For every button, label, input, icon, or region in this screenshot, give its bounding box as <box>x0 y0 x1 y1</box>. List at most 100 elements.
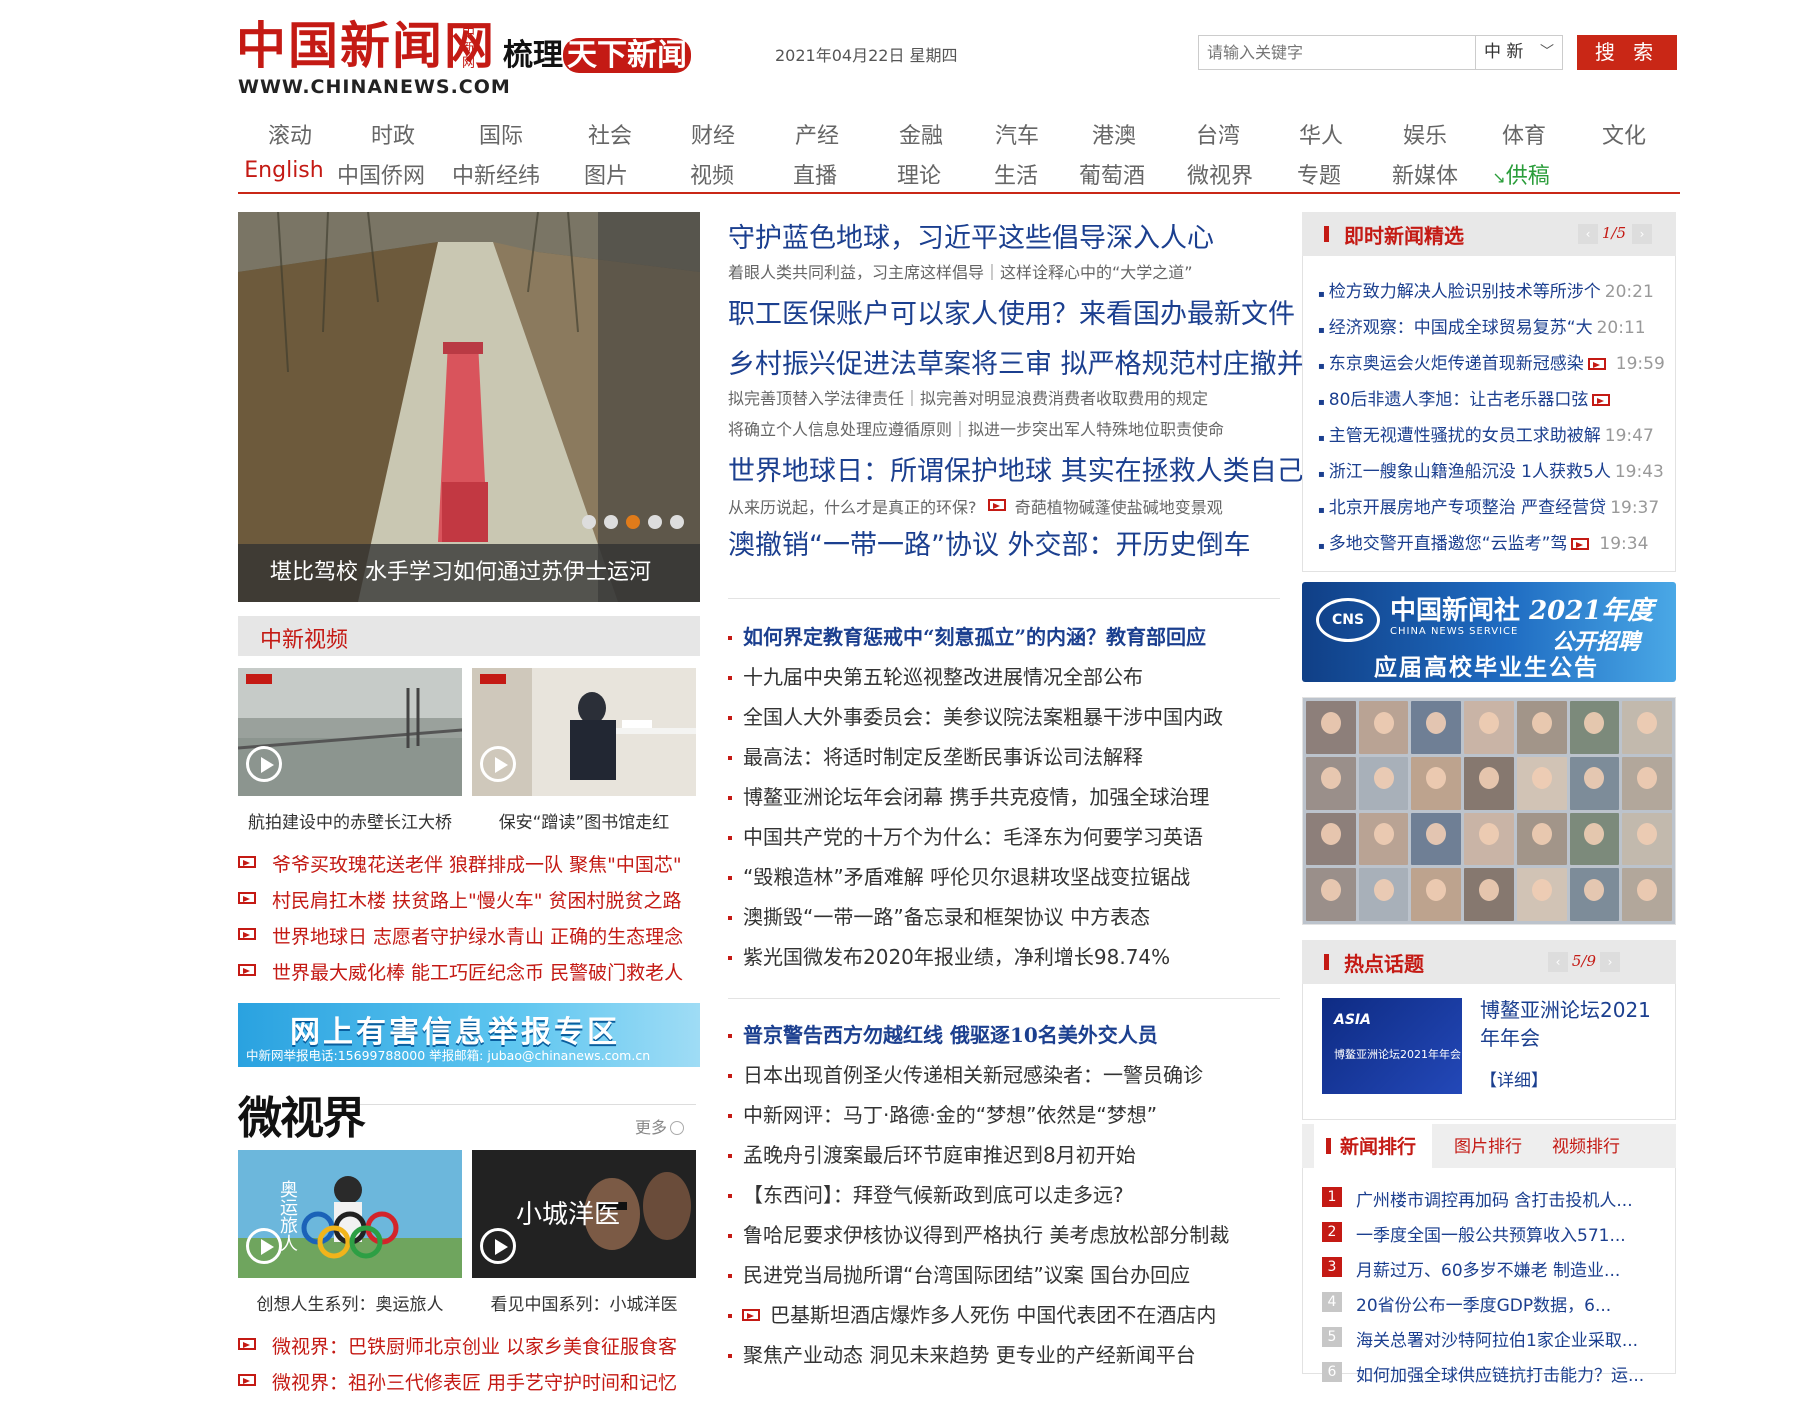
nav-item[interactable]: 葡萄酒 <box>1079 158 1145 190</box>
ranking-text[interactable]: 海关总署对沙特阿拉伯1家企业采取... <box>1356 1331 1638 1351</box>
news-list-text[interactable]: 聚焦产业动态 洞见未来趋势 更专业的产经新闻平台 <box>743 1343 1196 1367</box>
news-list-text[interactable]: 澳撕毁“一带一路”备忘录和框架协议 中方表态 <box>743 905 1150 929</box>
news-list-item[interactable]: 日本出现首例圣火传递相关新冠感染者：一警员确诊 <box>728 1055 1288 1095</box>
list-item[interactable]: 村民肩扛木楼 扶贫路上"慢火车" 贫困村脱贫之路 <box>238 886 708 922</box>
tab-video-ranking[interactable]: 视频排行 <box>1552 1124 1620 1168</box>
news-list-text[interactable]: 全国人大外事委员会：美参议院法案粗暴干涉中国内政 <box>743 705 1223 729</box>
search-scope-select[interactable]: 中 新 ﹀ <box>1475 35 1563 70</box>
nav-item[interactable]: 华人 <box>1299 118 1343 150</box>
news-list-item[interactable]: 【东西问】：拜登气候新政到底可以走多远? <box>728 1175 1288 1215</box>
video-section-title[interactable]: 中新视频 <box>260 622 348 654</box>
hot-topic-image[interactable]: ASIA 博鳌亚洲论坛2021年年会 <box>1322 998 1462 1094</box>
wsj-logo[interactable]: 微视界 <box>238 1082 366 1146</box>
ranking-item[interactable]: 6 如何加强全球供应链抗打击能力？运... <box>1322 1361 1662 1396</box>
news-list-text[interactable]: 孟晚舟引渡案最后环节庭审推迟到8月初开始 <box>743 1143 1136 1167</box>
nav-item[interactable]: 微视界 <box>1187 158 1253 190</box>
prev-page-button[interactable]: ‹ <box>1578 224 1598 244</box>
nav-item[interactable]: 直播 <box>793 158 837 190</box>
search-box[interactable] <box>1198 35 1476 70</box>
news-list-item[interactable]: “毁粮造林”矛盾难解 呼伦贝尔退耕攻坚战变拉锯战 <box>728 857 1288 897</box>
news-list-text[interactable]: 鲁哈尼要求伊核协议得到严格执行 美考虑放松部分制裁 <box>743 1223 1229 1247</box>
video-thumb-caption[interactable]: 保安“蹭读”图书馆走红 <box>472 808 696 833</box>
ranking-item[interactable]: 3 月薪过万、60多岁不嫌老 制造业... <box>1322 1256 1662 1291</box>
news-list-text[interactable]: 最高法：将适时制定反垄断民事诉讼司法解释 <box>743 745 1143 769</box>
ranking-item[interactable]: 4 20省份公布一季度GDP数据，6... <box>1322 1291 1662 1326</box>
ranking-item[interactable]: 2 一季度全国一般公共预算收入571... <box>1322 1221 1662 1256</box>
nav-item[interactable]: 财经 <box>691 118 735 150</box>
hero-caption[interactable]: 堪比驾校 水手学习如何通过苏伊士运河 <box>238 544 700 602</box>
video-thumb-caption[interactable]: 航拍建设中的赤壁长江大桥 <box>238 808 462 833</box>
wsj-thumb-olympic[interactable]: 奥运旅人 <box>238 1150 462 1278</box>
news-list-text[interactable]: 紫光国微发布2020年报业绩，净利增长98.74% <box>743 945 1170 969</box>
carousel-dot[interactable] <box>648 515 662 529</box>
headline-sub[interactable]: 将确立个人信息处理应遵循原则｜拟进一步突出军人特殊地位职责使命 <box>728 419 1288 441</box>
report-banner[interactable]: 网上有害信息举报专区 中新网举报电话:15699788000 举报邮箱: jub… <box>238 1003 700 1067</box>
news-list-text[interactable]: 如何界定教育惩戒中“刻意孤立”的内涵？教育部回应 <box>743 625 1206 649</box>
nav-item[interactable]: 理论 <box>897 158 941 190</box>
news-list-item[interactable]: 孟晚舟引渡案最后环节庭审推迟到8月初开始 <box>728 1135 1288 1175</box>
instant-news-item[interactable]: ▪ 主管无视遭性骚扰的女员工求助被解 19:47 <box>1318 421 1668 457</box>
news-list-item[interactable]: 巴基斯坦酒店爆炸多人死伤 中国代表团不在酒店内 <box>728 1295 1288 1335</box>
carousel-dot[interactable] <box>582 515 596 529</box>
instant-news-text[interactable]: 北京开展房地产专项整治 严查经营贷 <box>1329 498 1606 518</box>
hot-topic-link[interactable]: 博鳌亚洲论坛2021年年会 <box>1480 996 1660 1052</box>
list-item-text[interactable]: 微视界：巴铁厨师北京创业 以家乡美食征服食客 <box>272 1336 677 1358</box>
headline-sub[interactable]: 奇葩植物碱蓬使盐碱地变景观 <box>1015 498 1223 517</box>
instant-news-text[interactable]: 80后非遗人李旭：让古老乐器口弦 <box>1329 390 1589 410</box>
news-list-text[interactable]: 【东西问】：拜登气候新政到底可以走多远? <box>743 1183 1124 1207</box>
instant-news-text[interactable]: 东京奥运会火炬传递首现新冠感染 <box>1329 354 1584 374</box>
headline[interactable]: 乡村振兴促进法草案将三审 拟严格规范村庄撤并 <box>728 348 1304 382</box>
nav-item[interactable]: 国际 <box>479 118 523 150</box>
nav-item[interactable]: 视频 <box>690 158 734 190</box>
news-list-text[interactable]: “毁粮造林”矛盾难解 呼伦贝尔退耕攻坚战变拉锯战 <box>743 865 1190 889</box>
tab-photo-ranking[interactable]: 图片排行 <box>1454 1124 1522 1168</box>
news-list-item[interactable]: 民进党当局抛所谓“台湾国际团结”议案 国台办回应 <box>728 1255 1288 1295</box>
news-list-item[interactable]: 博鳌亚洲论坛年会闭幕 携手共克疫情，加强全球治理 <box>728 777 1288 817</box>
hot-topic-detail-link[interactable]: 【详细】 <box>1480 1066 1548 1091</box>
next-page-button[interactable]: › <box>1632 224 1652 244</box>
news-list-item[interactable]: 最高法：将适时制定反垄断民事诉讼司法解释 <box>728 737 1288 777</box>
list-item[interactable]: 微视界：巴铁厨师北京创业 以家乡美食征服食客 <box>238 1332 708 1368</box>
cns-recruit-banner[interactable]: CNS 中国新闻社 2021年度 CHINA NEWS SERVICE 公开招聘… <box>1302 582 1676 682</box>
nav-item[interactable]: 港澳 <box>1092 118 1136 150</box>
news-list-text[interactable]: 中新网评：马丁·路德·金的“梦想”依然是“梦想” <box>743 1103 1157 1127</box>
ranking-item[interactable]: 5 海关总署对沙特阿拉伯1家企业采取... <box>1322 1326 1662 1361</box>
nav-item[interactable]: 产经 <box>795 118 839 150</box>
news-list-item[interactable]: 澳撕毁“一带一路”备忘录和框架协议 中方表态 <box>728 897 1288 937</box>
headline-sub[interactable]: 从来历说起，什么才是真正的环保? <box>728 498 977 517</box>
ranking-text[interactable]: 20省份公布一季度GDP数据，6... <box>1356 1296 1611 1316</box>
next-page-button[interactable]: › <box>1600 952 1620 972</box>
news-list-item[interactable]: 聚焦产业动态 洞见未来趋势 更专业的产经新闻平台 <box>728 1335 1288 1375</box>
logo-url[interactable]: WWW.CHINANEWS.COM <box>238 76 511 98</box>
list-item-text[interactable]: 世界地球日 志愿者守护绿水青山 正确的生态理念 <box>272 926 683 948</box>
news-list-item[interactable]: 全国人大外事委员会：美参议院法案粗暴干涉中国内政 <box>728 697 1288 737</box>
news-list-text[interactable]: 巴基斯坦酒店爆炸多人死伤 中国代表团不在酒店内 <box>770 1303 1216 1327</box>
list-item[interactable]: 世界地球日 志愿者守护绿水青山 正确的生态理念 <box>238 922 708 958</box>
instant-news-text[interactable]: 浙江一艘象山籍渔船沉没 1人获救5人 <box>1329 462 1611 482</box>
nav-item[interactable]: 时政 <box>371 118 415 150</box>
list-item[interactable]: 爷爷买玫瑰花送老伴 狼群排成一队 聚焦"中国芯" <box>238 850 708 886</box>
news-list-text[interactable]: 民进党当局抛所谓“台湾国际团结”议案 国台办回应 <box>743 1263 1190 1287</box>
ranking-text[interactable]: 广州楼市调控再加码 含打击投机人... <box>1356 1191 1633 1211</box>
headline-sub[interactable]: 着眼人类共同利益，习主席这样倡导｜这样诠释心中的“大学之道” <box>728 262 1288 284</box>
ranking-item[interactable]: 1 广州楼市调控再加码 含打击投机人... <box>1322 1186 1662 1221</box>
list-item-text[interactable]: 世界最大威化棒 能工巧匠纪念币 民警破门救老人 <box>272 962 683 984</box>
list-item-text[interactable]: 村民肩扛木楼 扶贫路上"慢火车" 贫困村脱贫之路 <box>272 890 682 912</box>
wsj-thumb-caption[interactable]: 创想人生系列：奥运旅人 <box>238 1290 462 1315</box>
nav-item[interactable]: 图片 <box>584 158 628 190</box>
news-list-item[interactable]: 鲁哈尼要求伊核协议得到严格执行 美考虑放松部分制裁 <box>728 1215 1288 1255</box>
search-input[interactable] <box>1199 36 1475 69</box>
ranking-text[interactable]: 一季度全国一般公共预算收入571... <box>1356 1226 1626 1246</box>
instant-news-text[interactable]: 经济观察：中国成全球贸易复苏“大 <box>1329 318 1593 338</box>
wsj-thumb-caption[interactable]: 看见中国系列：小城洋医 <box>472 1290 696 1315</box>
video-thumb-guard[interactable] <box>472 668 696 796</box>
list-item[interactable]: 世界最大威化棒 能工巧匠纪念币 民警破门救老人 <box>238 958 708 994</box>
instant-news-text[interactable]: 多地交警开直播邀您“云监考”驾 <box>1329 534 1568 554</box>
nav-item[interactable]: 生活 <box>994 158 1038 190</box>
list-item-text[interactable]: 爷爷买玫瑰花送老伴 狼群排成一队 聚焦"中国芯" <box>272 854 682 876</box>
tab-news-ranking[interactable]: 新闻排行 <box>1314 1124 1432 1168</box>
instant-news-text[interactable]: 检方致力解决人脸识别技术等所涉个 <box>1329 282 1601 302</box>
nav-item[interactable]: 汽车 <box>995 118 1039 150</box>
nav-item[interactable]: 文化 <box>1602 118 1646 150</box>
carousel-dot[interactable] <box>670 515 684 529</box>
